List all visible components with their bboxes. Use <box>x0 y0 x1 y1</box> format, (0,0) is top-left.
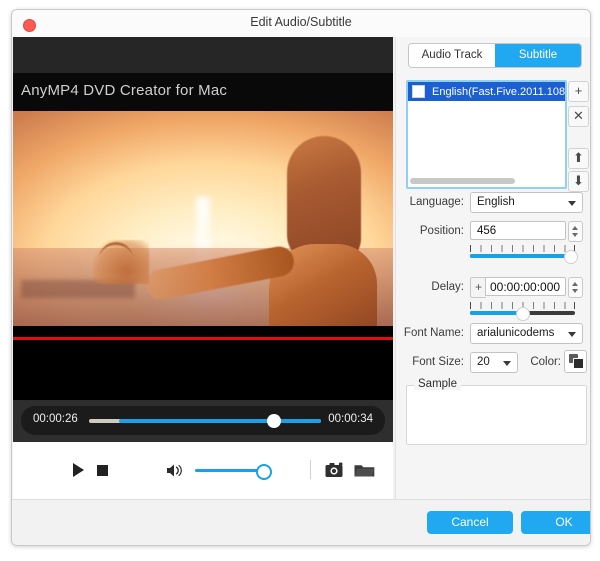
video-frame-image <box>13 111 393 326</box>
tab-audio-track[interactable]: Audio Track <box>409 44 495 67</box>
position-stepper[interactable] <box>568 221 583 242</box>
tick-left <box>470 302 471 309</box>
position-slider-fill <box>470 254 575 258</box>
volume-icon[interactable] <box>166 463 184 478</box>
hand <box>93 240 149 284</box>
cancel-button[interactable]: Cancel <box>427 511 513 534</box>
timeline-inner: 00:00:26 00:00:34 <box>21 406 385 435</box>
tick-left <box>470 245 471 252</box>
ok-button[interactable]: OK <box>521 511 591 534</box>
delay-stepper[interactable] <box>568 277 583 298</box>
banner-text: AnyMP4 DVD Creator for Mac <box>21 82 227 99</box>
preview-pane: AnyMP4 DVD Creator for Mac 00:00:26 00:0… <box>12 37 395 545</box>
title-bar: Edit Audio/Subtitle <box>12 10 590 38</box>
color-swatch-front <box>573 358 584 369</box>
player-controls <box>13 442 393 502</box>
move-down-button[interactable]: ⬇ <box>568 171 589 192</box>
sample-legend: Sample <box>414 378 461 390</box>
list-item[interactable]: English(Fast.Five.2011.108 <box>408 82 565 101</box>
position-slider-knob[interactable] <box>564 250 578 264</box>
language-select[interactable]: English <box>470 192 583 213</box>
delay-plus-button[interactable]: + <box>470 277 486 298</box>
window-title: Edit Audio/Subtitle <box>12 15 590 29</box>
delay-slider-fill <box>470 311 523 315</box>
controls-divider <box>310 460 311 479</box>
language-value: English <box>477 193 515 212</box>
color-picker-icon[interactable] <box>564 350 587 373</box>
sample-box <box>406 385 587 445</box>
settings-pane: Audio Track Subtitle English(Fast.Five.2… <box>395 37 591 545</box>
font-name-select[interactable]: arialunicodems <box>470 323 583 344</box>
person-silhouette <box>261 136 379 326</box>
subtitle-list[interactable]: English(Fast.Five.2011.108 <box>406 80 567 189</box>
add-subtitle-button[interactable]: + <box>568 81 589 102</box>
tab-subtitle[interactable]: Subtitle <box>495 44 581 67</box>
color-label: Color: <box>516 356 561 368</box>
tab-bar: Audio Track Subtitle <box>408 43 582 68</box>
chevron-down-icon <box>568 332 576 337</box>
seek-slider-knob[interactable] <box>267 414 281 428</box>
delay-input[interactable]: 00:00:00:000 <box>485 277 566 296</box>
letterbox-top <box>13 37 393 73</box>
total-time-label: 00:00:34 <box>328 413 373 425</box>
seek-slider-fill <box>119 419 321 423</box>
tick-right <box>574 302 575 309</box>
font-name-value: arialunicodems <box>477 324 554 343</box>
position-input[interactable]: 456 <box>470 221 566 240</box>
timeline-bar: 00:00:26 00:00:34 <box>13 400 393 442</box>
language-label: Language: <box>402 196 464 208</box>
list-item-label: English(Fast.Five.2011.108 <box>432 86 565 98</box>
font-size-value: 20 <box>477 353 490 372</box>
seek-slider[interactable] <box>89 419 321 423</box>
position-label: Position: <box>402 225 464 237</box>
delete-subtitle-button[interactable]: ✕ <box>568 106 589 127</box>
font-size-label: Font Size: <box>402 356 464 368</box>
footer-bar: Cancel OK <box>12 499 590 545</box>
camera-icon[interactable] <box>325 462 345 478</box>
volume-slider[interactable] <box>195 469 265 472</box>
list-item-checkbox[interactable] <box>412 85 425 98</box>
position-slider[interactable] <box>470 245 575 263</box>
chevron-down-icon <box>503 361 511 366</box>
position-slider-ticks <box>470 245 575 252</box>
delay-slider[interactable] <box>470 302 575 320</box>
play-icon[interactable] <box>73 463 84 477</box>
volume-slider-knob[interactable] <box>256 464 272 480</box>
edit-audio-subtitle-window: Edit Audio/Subtitle AnyMP4 DVD Creator f… <box>11 9 591 546</box>
move-up-button[interactable]: ⬆ <box>568 148 589 169</box>
chevron-down-icon <box>568 201 576 206</box>
delay-slider-knob[interactable] <box>516 307 530 321</box>
stop-icon[interactable] <box>97 465 108 476</box>
font-size-select[interactable]: 20 <box>470 352 518 373</box>
delay-label: Delay: <box>402 281 464 293</box>
font-name-label: Font Name: <box>402 327 464 339</box>
current-time-label: 00:00:26 <box>33 413 78 425</box>
folder-icon[interactable] <box>354 462 375 478</box>
video-preview[interactable]: AnyMP4 DVD Creator for Mac <box>13 37 393 400</box>
horizontal-scrollbar[interactable] <box>410 178 515 184</box>
subtitle-position-line <box>13 337 393 340</box>
